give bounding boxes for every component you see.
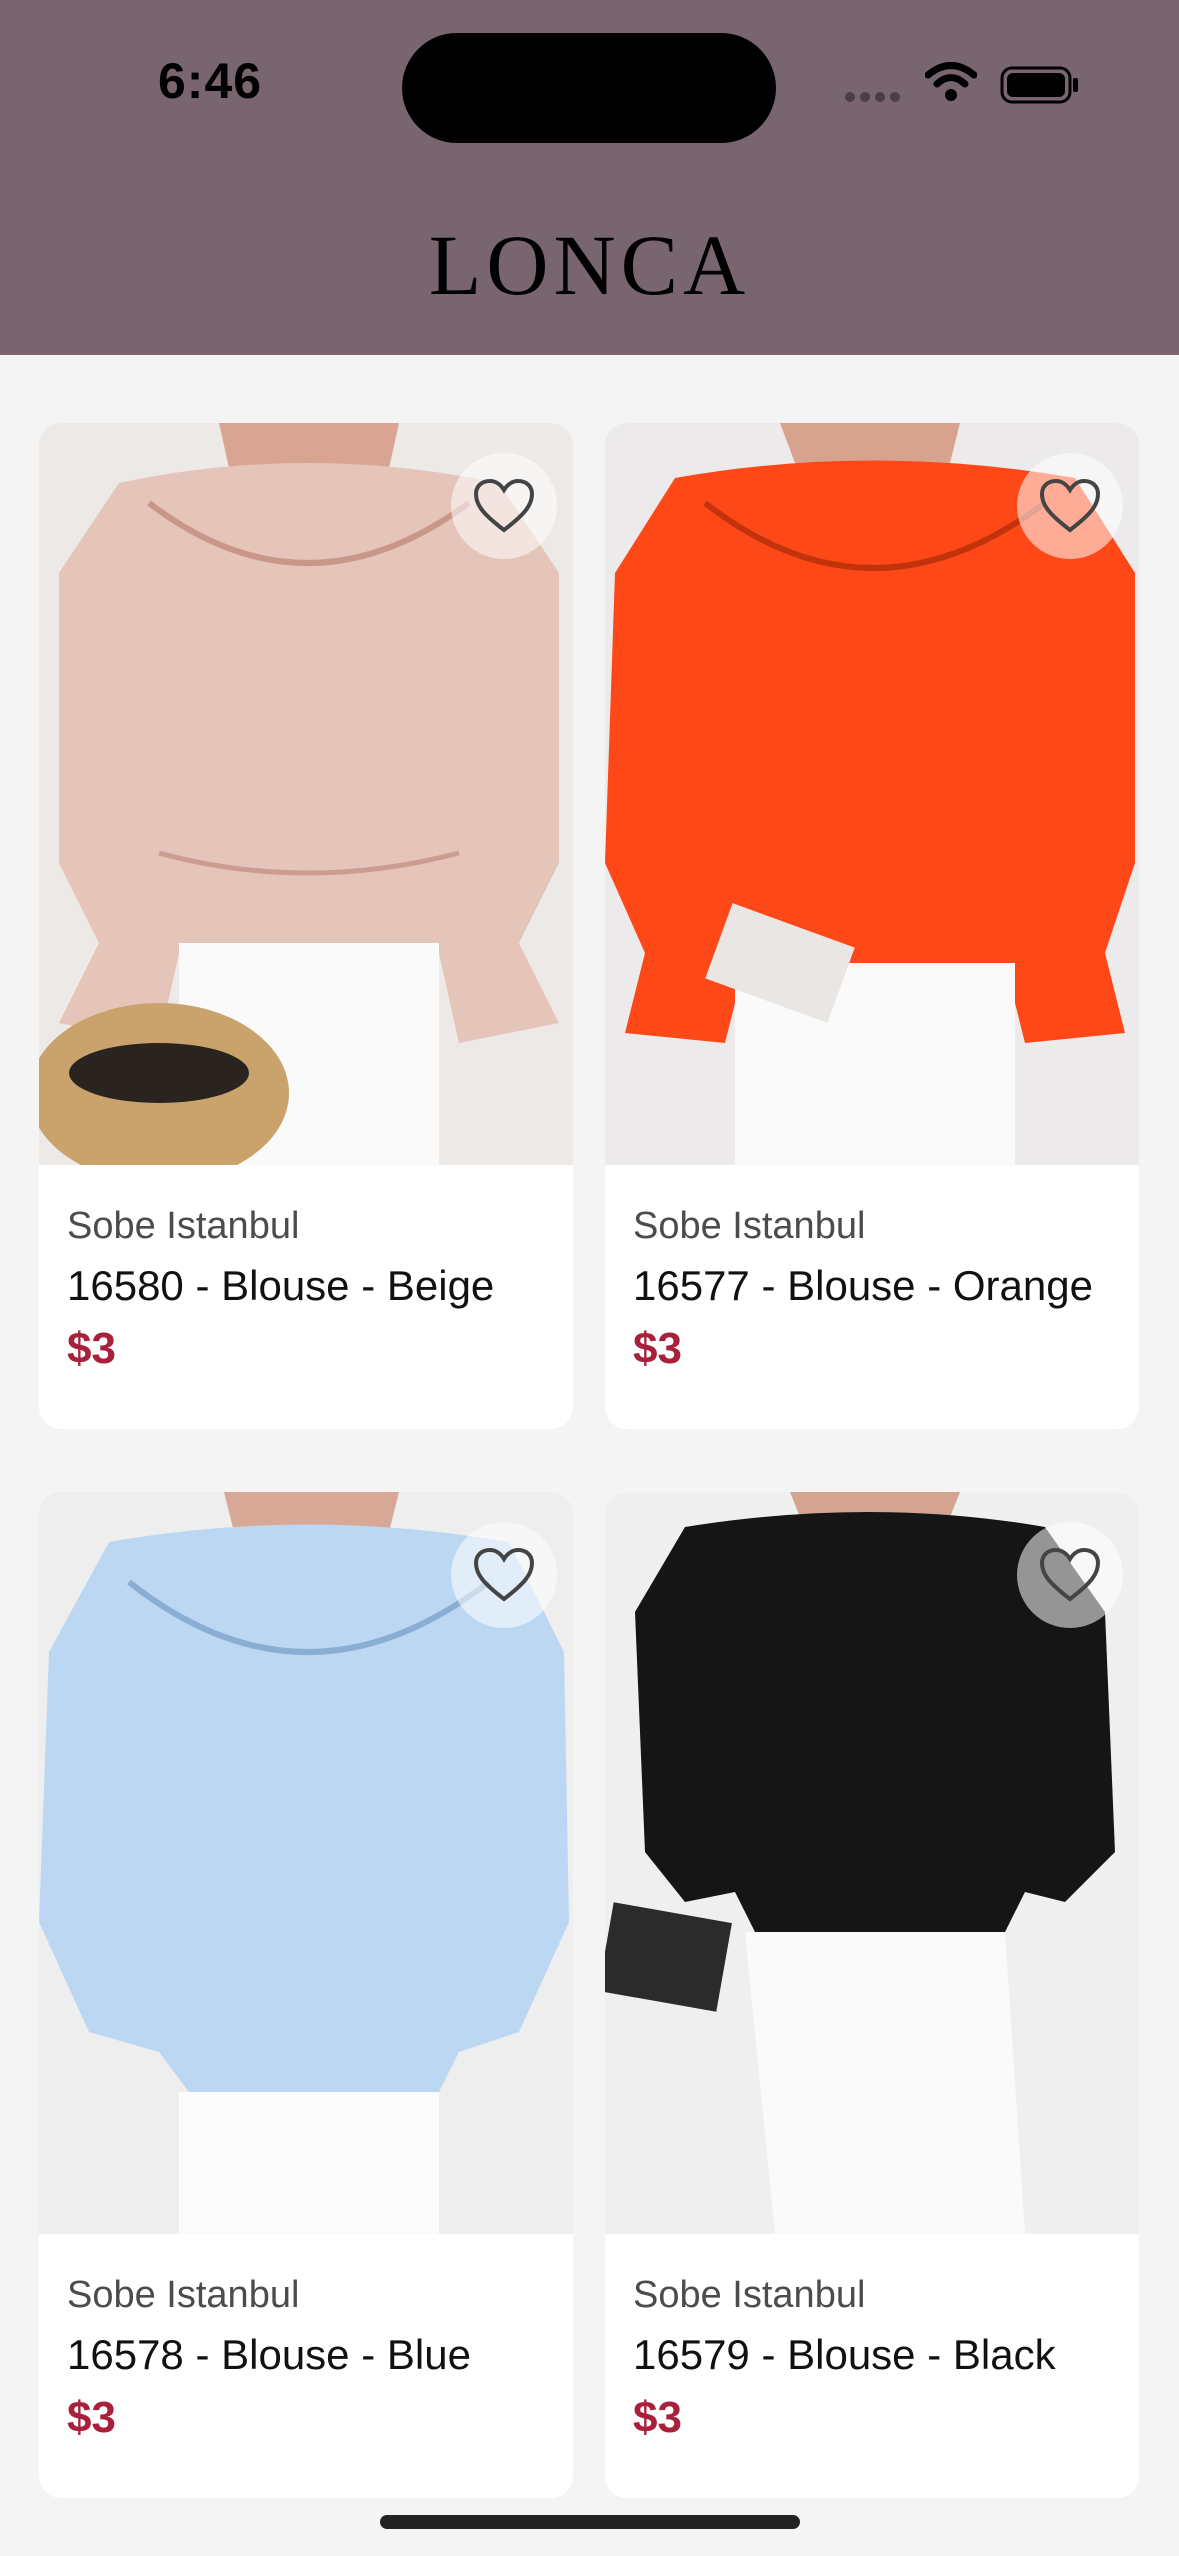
heart-icon (473, 1547, 535, 1602)
heart-icon (1039, 478, 1101, 533)
product-brand: Sobe Istanbul (633, 2274, 866, 2316)
product-grid: Sobe Istanbul 16580 - Blouse - Beige $3 … (0, 0, 1179, 2556)
product-image (605, 423, 1139, 1165)
product-card[interactable]: Sobe Istanbul 16578 - Blouse - Blue $3 (39, 1492, 573, 2498)
product-brand: Sobe Istanbul (67, 2274, 300, 2316)
product-card[interactable]: Sobe Istanbul 16579 - Blouse - Black $3 (605, 1492, 1139, 2498)
product-card[interactable]: Sobe Istanbul 16577 - Blouse - Orange $3 (605, 423, 1139, 1429)
product-name: 16580 - Blouse - Beige (67, 1262, 495, 1309)
product-price: $3 (67, 2393, 116, 2442)
product-brand: Sobe Istanbul (633, 1205, 866, 1247)
favorite-heart-button[interactable] (1017, 1522, 1123, 1628)
product-card[interactable]: Sobe Istanbul 16580 - Blouse - Beige $3 (39, 423, 573, 1429)
product-name: 16579 - Blouse - Black (633, 2331, 1056, 2378)
product-brand: Sobe Istanbul (67, 1205, 300, 1247)
product-price: $3 (633, 1324, 682, 1373)
product-image (605, 1492, 1139, 2234)
product-price: $3 (67, 1324, 116, 1373)
product-name: 16578 - Blouse - Blue (67, 2331, 471, 2378)
favorite-heart-button[interactable] (451, 1522, 557, 1628)
product-price: $3 (633, 2393, 682, 2442)
favorite-heart-button[interactable] (451, 453, 557, 559)
heart-icon (1039, 1547, 1101, 1602)
product-image (39, 423, 573, 1165)
product-name: 16577 - Blouse - Orange (633, 1262, 1093, 1309)
favorite-heart-button[interactable] (1017, 453, 1123, 559)
home-indicator[interactable] (380, 2515, 800, 2529)
product-image (39, 1492, 573, 2234)
heart-icon (473, 478, 535, 533)
